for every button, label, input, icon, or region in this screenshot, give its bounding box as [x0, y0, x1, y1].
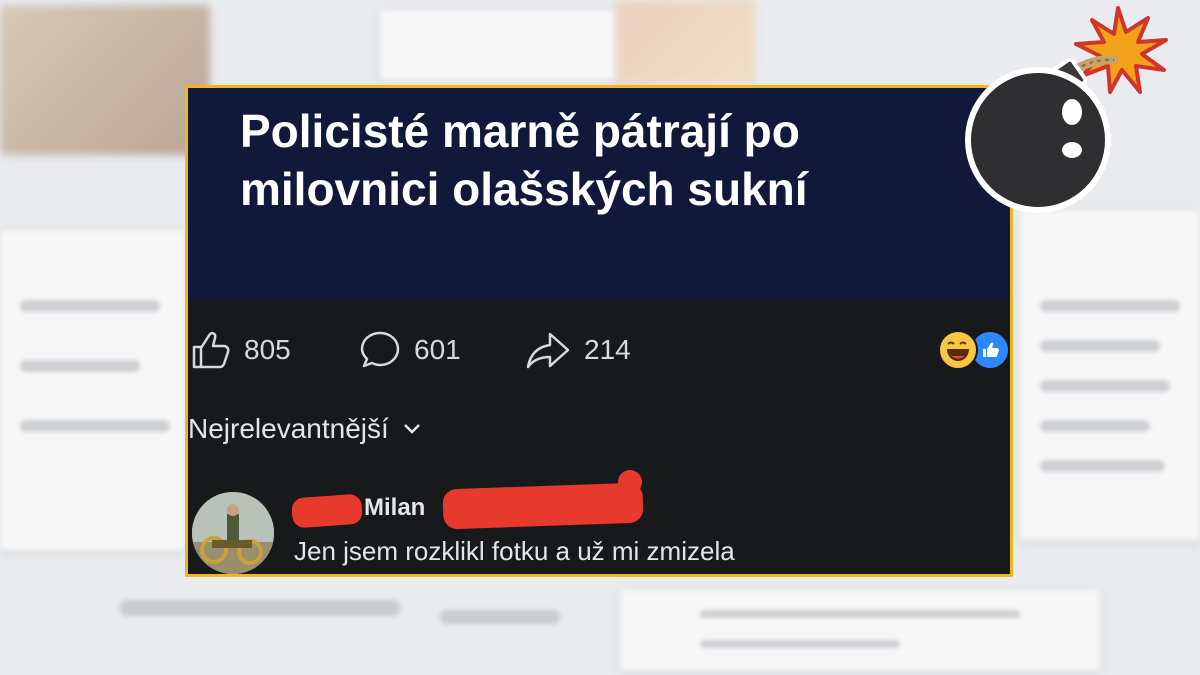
- bg-line: [440, 610, 560, 624]
- bg-card-left: [0, 230, 185, 550]
- share-icon: [526, 332, 570, 369]
- facebook-post-screenshot: Policisté marně pátrají po milovnici ola…: [185, 85, 1013, 577]
- bg-line: [1040, 300, 1180, 312]
- bomb-icon: [965, 6, 1168, 213]
- bg-line: [1040, 380, 1170, 392]
- comment-item: Milan Jen jsem rozklikl fotku a už mi zm…: [188, 470, 1010, 574]
- reaction-summary[interactable]: [938, 330, 1010, 370]
- sort-label: Nejrelevantnější: [188, 413, 389, 444]
- post-stats-bar: 805 601 214: [188, 328, 1010, 374]
- avatar[interactable]: [192, 492, 274, 574]
- comment-button[interactable]: 601: [358, 328, 461, 372]
- bg-card-bottom: [620, 590, 1100, 670]
- chevron-down-icon: [403, 424, 420, 434]
- bg-line: [20, 300, 160, 312]
- like-count: 805: [244, 334, 291, 365]
- bg-line: [1040, 460, 1165, 472]
- redaction-mark: [291, 493, 363, 529]
- post-image-headline-area: Policisté marně pátrají po milovnici ola…: [188, 88, 1010, 300]
- bg-card-top-center: [380, 10, 650, 80]
- share-button[interactable]: 214: [524, 328, 631, 372]
- bg-photo-top-right: [615, 0, 755, 85]
- like-icon: [192, 331, 230, 369]
- bg-line: [20, 360, 140, 372]
- redaction-mark: [442, 482, 644, 530]
- bg-line: [700, 610, 1020, 618]
- redaction-mark: [618, 470, 642, 494]
- share-count: 214: [584, 334, 631, 365]
- like-button[interactable]: 805: [188, 328, 291, 372]
- bg-photo-top-left: [0, 5, 210, 155]
- haha-reaction-icon: [938, 330, 978, 370]
- post-headline: Policisté marně pátrají po milovnici ola…: [240, 105, 808, 215]
- bg-line: [20, 420, 170, 432]
- bg-line: [1040, 420, 1150, 432]
- comment-count: 601: [414, 334, 461, 365]
- bg-line: [700, 640, 900, 648]
- comment-sort-dropdown[interactable]: Nejrelevantnější: [188, 413, 423, 445]
- bg-line: [1040, 340, 1160, 352]
- comment-text: Jen jsem rozklikl fotku a už mi zmizela: [294, 536, 735, 566]
- comment-icon: [360, 331, 400, 368]
- bg-card-right: [1020, 210, 1200, 540]
- bg-line: [120, 600, 400, 616]
